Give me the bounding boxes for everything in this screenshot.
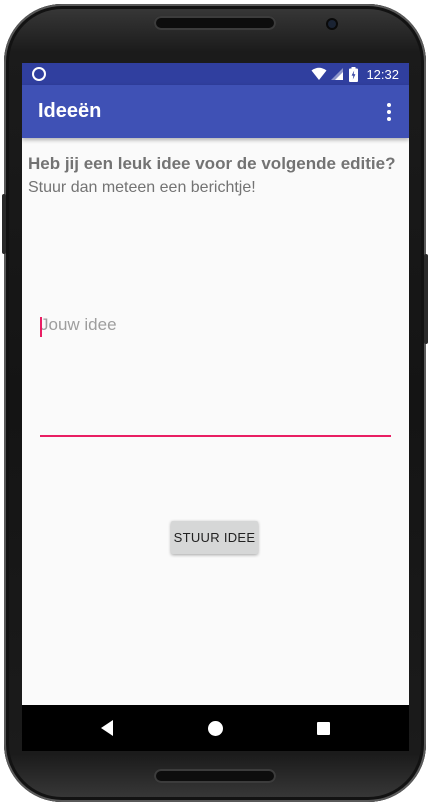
page-heading: Heb jij een leuk idee voor de volgende e…: [28, 154, 396, 173]
power-button: [424, 254, 428, 344]
status-bar: 12:32: [22, 63, 409, 85]
notification-circle-icon: [32, 67, 46, 81]
recents-icon: [316, 721, 330, 735]
status-time: 12:32: [366, 66, 399, 82]
volume-button: [2, 194, 6, 254]
recents-button[interactable]: [293, 705, 353, 751]
screen: 12:32 Ideeën Heb jij een leuk idee voor …: [22, 63, 409, 751]
menu-dot: [387, 110, 391, 114]
front-camera: [328, 20, 336, 28]
app-bar: Ideeën: [22, 85, 409, 138]
idea-field: [40, 313, 391, 437]
battery-icon: [349, 66, 359, 82]
home-button[interactable]: [185, 705, 245, 751]
top-speaker: [154, 16, 276, 30]
signal-icon: [331, 68, 344, 80]
back-icon: [101, 720, 113, 736]
page-subheading: Stuur dan meteen een berichtje!: [28, 179, 256, 196]
back-button[interactable]: [77, 705, 137, 751]
more-vert-icon[interactable]: [375, 97, 403, 127]
bottom-speaker: [154, 769, 276, 783]
idea-input[interactable]: [40, 313, 391, 437]
wifi-icon: [311, 67, 327, 80]
text-cursor: [40, 317, 42, 337]
navigation-bar: [22, 705, 409, 751]
send-idea-button[interactable]: STUUR IDEE: [171, 521, 258, 554]
menu-dot: [387, 117, 391, 121]
main-content: Heb jij een leuk idee voor de volgende e…: [22, 138, 409, 705]
home-icon: [207, 720, 223, 736]
status-icons: 12:32: [311, 63, 399, 85]
app-title: Ideeën: [38, 100, 102, 122]
menu-dot: [387, 103, 391, 107]
